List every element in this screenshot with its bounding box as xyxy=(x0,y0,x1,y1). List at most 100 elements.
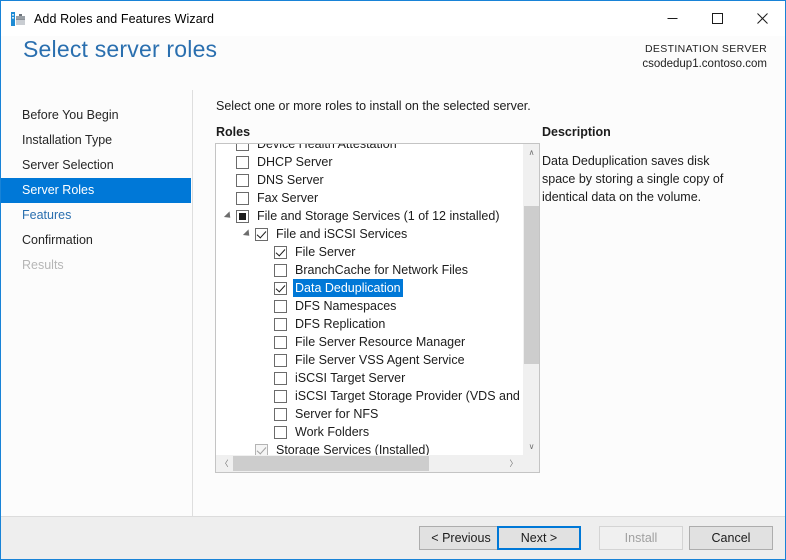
role-checkbox[interactable] xyxy=(236,191,249,205)
role-checkbox[interactable] xyxy=(255,227,268,241)
role-checkbox[interactable] xyxy=(274,353,287,367)
window-controls xyxy=(650,1,785,36)
scroll-down-icon[interactable]: ∨ xyxy=(523,438,539,455)
role-tree-item[interactable]: File and iSCSI Services xyxy=(216,225,522,243)
role-tree-item[interactable]: DNS Server xyxy=(216,171,522,189)
role-label: iSCSI Target Server xyxy=(295,371,406,385)
role-checkbox[interactable] xyxy=(274,389,287,403)
role-tree-item[interactable]: Device Health Attestation xyxy=(216,144,522,153)
maximize-icon[interactable] xyxy=(695,1,740,36)
role-tree-item[interactable]: DHCP Server xyxy=(216,153,522,171)
role-checkbox[interactable] xyxy=(274,245,287,259)
wizard-body: Before You Begin Installation Type Serve… xyxy=(1,90,785,516)
cancel-button[interactable]: Cancel xyxy=(689,526,773,550)
role-label: DFS Replication xyxy=(295,317,386,331)
role-label: Server for NFS xyxy=(295,407,379,421)
wizard-toolbox-icon xyxy=(10,11,26,27)
horizontal-scroll-thumb[interactable] xyxy=(233,456,429,471)
wizard-step-nav: Before You Begin Installation Type Serve… xyxy=(1,90,193,516)
expander-expanded-icon[interactable] xyxy=(239,229,255,239)
role-checkbox[interactable] xyxy=(274,299,287,313)
role-tree-item[interactable]: Storage Services (Installed) xyxy=(216,441,522,455)
role-tree-item[interactable]: Fax Server xyxy=(216,189,522,207)
role-tree-item[interactable]: iSCSI Target Storage Provider (VDS and V… xyxy=(216,387,522,405)
role-checkbox[interactable] xyxy=(236,155,249,169)
role-label: DNS Server xyxy=(257,173,324,187)
instruction-text: Select one or more roles to install on t… xyxy=(216,99,531,113)
destination-server-block: DESTINATION SERVER csodedup1.contoso.com xyxy=(642,42,767,72)
role-label: Work Folders xyxy=(295,425,370,439)
roles-horizontal-scrollbar[interactable]: 〈 〉 xyxy=(216,455,522,472)
role-label: Device Health Attestation xyxy=(257,144,397,151)
role-checkbox[interactable] xyxy=(274,371,287,385)
role-tree-item[interactable]: File Server xyxy=(216,243,522,261)
sidebar-item-features[interactable]: Features xyxy=(1,203,192,228)
triangle-icon xyxy=(223,211,233,221)
scroll-right-icon[interactable]: 〉 xyxy=(505,455,522,472)
title-bar: Add Roles and Features Wizard xyxy=(1,1,785,36)
scroll-up-icon[interactable]: ∧ xyxy=(523,144,539,161)
scrollbar-corner xyxy=(522,455,539,472)
role-checkbox[interactable] xyxy=(274,407,287,421)
role-label: File Server Resource Manager xyxy=(295,335,466,349)
role-label: File and Storage Services (1 of 12 insta… xyxy=(257,209,500,223)
role-checkbox[interactable] xyxy=(236,144,249,151)
role-tree-item[interactable]: File Server Resource Manager xyxy=(216,333,522,351)
role-label: File Server xyxy=(295,245,356,259)
role-checkbox[interactable] xyxy=(274,425,287,439)
sidebar-item-server-selection[interactable]: Server Selection xyxy=(1,153,192,178)
role-label: Fax Server xyxy=(257,191,319,205)
role-checkbox xyxy=(255,443,268,455)
next-button[interactable]: Next > xyxy=(497,526,581,550)
sidebar-item-confirmation[interactable]: Confirmation xyxy=(1,228,192,253)
minimize-icon[interactable] xyxy=(650,1,695,36)
sidebar-item-before-you-begin[interactable]: Before You Begin xyxy=(1,103,192,128)
role-tree-item[interactable]: File and Storage Services (1 of 12 insta… xyxy=(216,207,522,225)
role-label: DFS Namespaces xyxy=(295,299,397,313)
roles-tree: Device Health Attestation DHCP Server DNS … xyxy=(216,144,522,455)
role-checkbox[interactable] xyxy=(236,209,249,223)
role-checkbox[interactable] xyxy=(274,317,287,331)
close-icon[interactable] xyxy=(740,1,785,36)
roles-vertical-scrollbar[interactable]: ∧ ∨ xyxy=(522,144,539,455)
role-tree-item[interactable]: Data Deduplication xyxy=(216,279,522,297)
expander-expanded-icon[interactable] xyxy=(220,211,236,221)
role-checkbox[interactable] xyxy=(274,335,287,349)
role-tree-item[interactable]: File Server VSS Agent Service xyxy=(216,351,522,369)
role-checkbox[interactable] xyxy=(236,173,249,187)
page-title: Select server roles xyxy=(23,36,218,62)
sidebar-item-results: Results xyxy=(22,258,64,272)
role-tree-item[interactable]: DFS Namespaces xyxy=(216,297,522,315)
page-header: Select server roles DESTINATION SERVER c… xyxy=(1,36,785,90)
sidebar-item-installation-type[interactable]: Installation Type xyxy=(1,128,192,153)
role-tree-item[interactable]: iSCSI Target Server xyxy=(216,369,522,387)
scroll-left-icon[interactable]: 〈 xyxy=(216,455,233,472)
role-tree-item[interactable]: DFS Replication xyxy=(216,315,522,333)
roles-list-viewport: Device Health Attestation DHCP Server DNS … xyxy=(216,144,522,455)
vertical-scroll-thumb[interactable] xyxy=(524,206,539,364)
roles-listbox[interactable]: Device Health Attestation DHCP Server DNS … xyxy=(215,143,540,473)
triangle-icon xyxy=(242,229,252,239)
destination-server-label: DESTINATION SERVER xyxy=(644,43,767,55)
window-title: Add Roles and Features Wizard xyxy=(34,11,215,26)
role-tree-item[interactable]: BranchCache for Network Files xyxy=(216,261,522,279)
role-checkbox[interactable] xyxy=(274,281,287,295)
role-label: File and iSCSI Services xyxy=(276,227,408,241)
previous-button[interactable]: < Previous xyxy=(419,526,503,550)
role-label: DHCP Server xyxy=(257,155,333,169)
role-label: File Server VSS Agent Service xyxy=(295,353,465,367)
wizard-footer: < Previous Next > Install Cancel xyxy=(1,516,785,559)
role-label: Data Deduplication xyxy=(293,279,403,297)
role-tree-item[interactable]: Server for NFS xyxy=(216,405,522,423)
role-label: BranchCache for Network Files xyxy=(295,263,468,277)
role-label: Storage Services (Installed) xyxy=(276,443,430,455)
description-label: Description xyxy=(542,125,611,139)
role-tree-item[interactable]: Work Folders xyxy=(216,423,522,441)
roles-label: Roles xyxy=(216,125,251,139)
role-label: iSCSI Target Storage Provider (VDS and V… xyxy=(295,389,522,403)
install-button: Install xyxy=(599,526,683,550)
role-checkbox[interactable] xyxy=(274,263,287,277)
description-text: Data Deduplication saves disk space by s… xyxy=(542,154,724,204)
destination-server-name: csodedup1.contoso.com xyxy=(642,58,767,70)
sidebar-item-server-roles[interactable]: Server Roles xyxy=(1,178,191,203)
